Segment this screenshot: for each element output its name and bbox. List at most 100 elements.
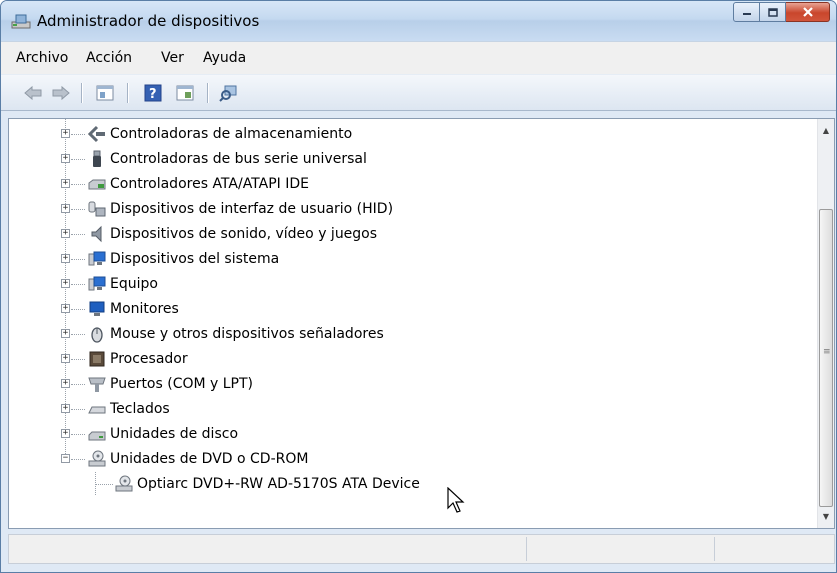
tree-node[interactable]: + Procesador <box>9 347 809 372</box>
node-label: Dispositivos de interfaz de usuario (HID… <box>110 201 394 217</box>
forward-icon[interactable] <box>51 84 71 102</box>
expand-button[interactable]: + <box>61 254 70 263</box>
expand-button[interactable]: + <box>61 129 70 138</box>
expand-button[interactable]: + <box>61 354 70 363</box>
toolbar: ? <box>1 74 836 111</box>
expand-button[interactable]: + <box>61 404 70 413</box>
menu-ver[interactable]: Ver <box>161 50 184 66</box>
tree-connector <box>71 384 85 385</box>
node-label: Controladoras de bus serie universal <box>110 151 367 167</box>
view-icon[interactable] <box>175 84 195 102</box>
node-label: Unidades de disco <box>110 426 239 442</box>
scroll-down-arrow-icon[interactable]: ▼ <box>818 508 834 525</box>
monitor-icon <box>89 301 105 316</box>
device-manager-icon <box>11 14 31 29</box>
expand-button[interactable]: + <box>61 379 70 388</box>
tree-connector <box>71 309 85 310</box>
tree-node[interactable]: + Dispositivos del sistema <box>9 247 809 272</box>
expand-button[interactable]: + <box>61 329 70 338</box>
maximize-button[interactable] <box>760 2 786 22</box>
expand-button[interactable]: + <box>61 154 70 163</box>
tree-node[interactable]: + Controladoras de bus serie universal <box>9 147 809 172</box>
node-label: Optiarc DVD+-RW AD-5170S ATA Device <box>137 476 420 492</box>
collapse-button[interactable]: − <box>61 454 70 463</box>
maximize-icon <box>767 7 778 17</box>
node-label: Controladoras de almacenamiento <box>110 126 353 142</box>
port-icon <box>88 377 106 392</box>
expand-button[interactable]: + <box>61 179 70 188</box>
tree-connector <box>71 259 85 260</box>
tree-connector <box>71 234 85 235</box>
tree-connector <box>71 359 85 360</box>
close-icon <box>802 7 813 17</box>
menu-ayuda[interactable]: Ayuda <box>203 50 246 66</box>
status-pane <box>526 537 527 561</box>
window-title: Administrador de dispositivos <box>37 12 260 30</box>
tree-node[interactable]: + Unidades de disco <box>9 422 809 447</box>
node-label: Dispositivos del sistema <box>110 251 280 267</box>
node-label: Equipo <box>110 276 158 292</box>
mouse-pointer-icon <box>447 487 465 513</box>
node-label: Monitores <box>110 301 179 317</box>
tree-node[interactable]: − Unidades de DVD o CD-ROM <box>9 447 809 472</box>
storage-controller-icon <box>88 125 105 143</box>
ide-controller-icon <box>88 179 106 190</box>
menu-bar: Archivo Acción Ver Ayuda <box>1 41 836 74</box>
menu-archivo[interactable]: Archivo <box>16 50 68 66</box>
node-label: Dispositivos de sonido, vídeo y juegos <box>110 226 378 242</box>
expand-button[interactable]: + <box>61 304 70 313</box>
tree-connector <box>95 484 113 485</box>
status-bar <box>8 534 835 564</box>
node-label: Procesador <box>110 351 188 367</box>
tree-connector <box>71 409 85 410</box>
node-label: Teclados <box>110 401 170 417</box>
node-label: Unidades de DVD o CD-ROM <box>110 451 309 467</box>
tree-node[interactable]: + Dispositivos de sonido, vídeo y juegos <box>9 222 809 247</box>
tree-node[interactable]: + Puertos (COM y LPT) <box>9 372 809 397</box>
back-icon[interactable] <box>23 84 43 102</box>
computer-icon <box>88 276 106 291</box>
caption-buttons <box>733 2 830 24</box>
tree-connector <box>71 284 85 285</box>
scan-hardware-icon[interactable] <box>219 84 239 102</box>
minimize-icon <box>742 13 751 15</box>
tree-node[interactable]: + Equipo <box>9 272 809 297</box>
usb-icon <box>93 150 101 167</box>
processor-icon <box>89 351 105 367</box>
tree-child-node[interactable]: Optiarc DVD+-RW AD-5170S ATA Device <box>9 472 809 497</box>
tree-node[interactable]: + Monitores <box>9 297 809 322</box>
speaker-icon <box>91 225 102 243</box>
node-label: Mouse y otros dispositivos señaladores <box>110 326 384 342</box>
mouse-icon <box>91 327 103 343</box>
minimize-button[interactable] <box>733 2 760 22</box>
properties-icon[interactable] <box>95 84 115 102</box>
tree-connector <box>71 184 85 185</box>
expand-button[interactable]: + <box>61 229 70 238</box>
close-button[interactable] <box>786 2 830 22</box>
expand-button[interactable]: + <box>61 204 70 213</box>
tree-connector <box>71 459 85 460</box>
scroll-up-arrow-icon[interactable]: ▲ <box>818 122 834 139</box>
dvd-drive-icon <box>115 475 133 492</box>
tree-node[interactable]: + Mouse y otros dispositivos señaladores <box>9 322 809 347</box>
scrollbar-thumb[interactable]: ≡ <box>819 209 833 507</box>
expand-button[interactable]: + <box>61 279 70 288</box>
device-tree-panel: + Controladoras de almacenamiento + Cont… <box>8 118 835 529</box>
vertical-scrollbar[interactable]: ▲ ≡ ▼ <box>817 119 834 528</box>
grip-icon: ≡ <box>823 347 831 357</box>
tree-connector <box>71 159 85 160</box>
tree-connector <box>71 434 85 435</box>
tree-connector <box>71 134 85 135</box>
tree-node[interactable]: + Controladoras de almacenamiento <box>9 122 809 147</box>
menu-accion[interactable]: Acción <box>86 50 132 66</box>
title-bar[interactable]: Administrador de dispositivos <box>1 1 836 41</box>
dvd-drive-icon <box>88 450 106 467</box>
tree-node[interactable]: + Teclados <box>9 397 809 422</box>
disk-drive-icon <box>88 431 106 441</box>
node-label: Puertos (COM y LPT) <box>110 376 254 392</box>
help-icon[interactable]: ? <box>143 84 163 102</box>
tree-node[interactable]: + Controladores ATA/ATAPI IDE <box>9 172 809 197</box>
tree-node[interactable]: + Dispositivos de interfaz de usuario (H… <box>9 197 809 222</box>
expand-button[interactable]: + <box>61 429 70 438</box>
hid-icon <box>88 201 106 217</box>
